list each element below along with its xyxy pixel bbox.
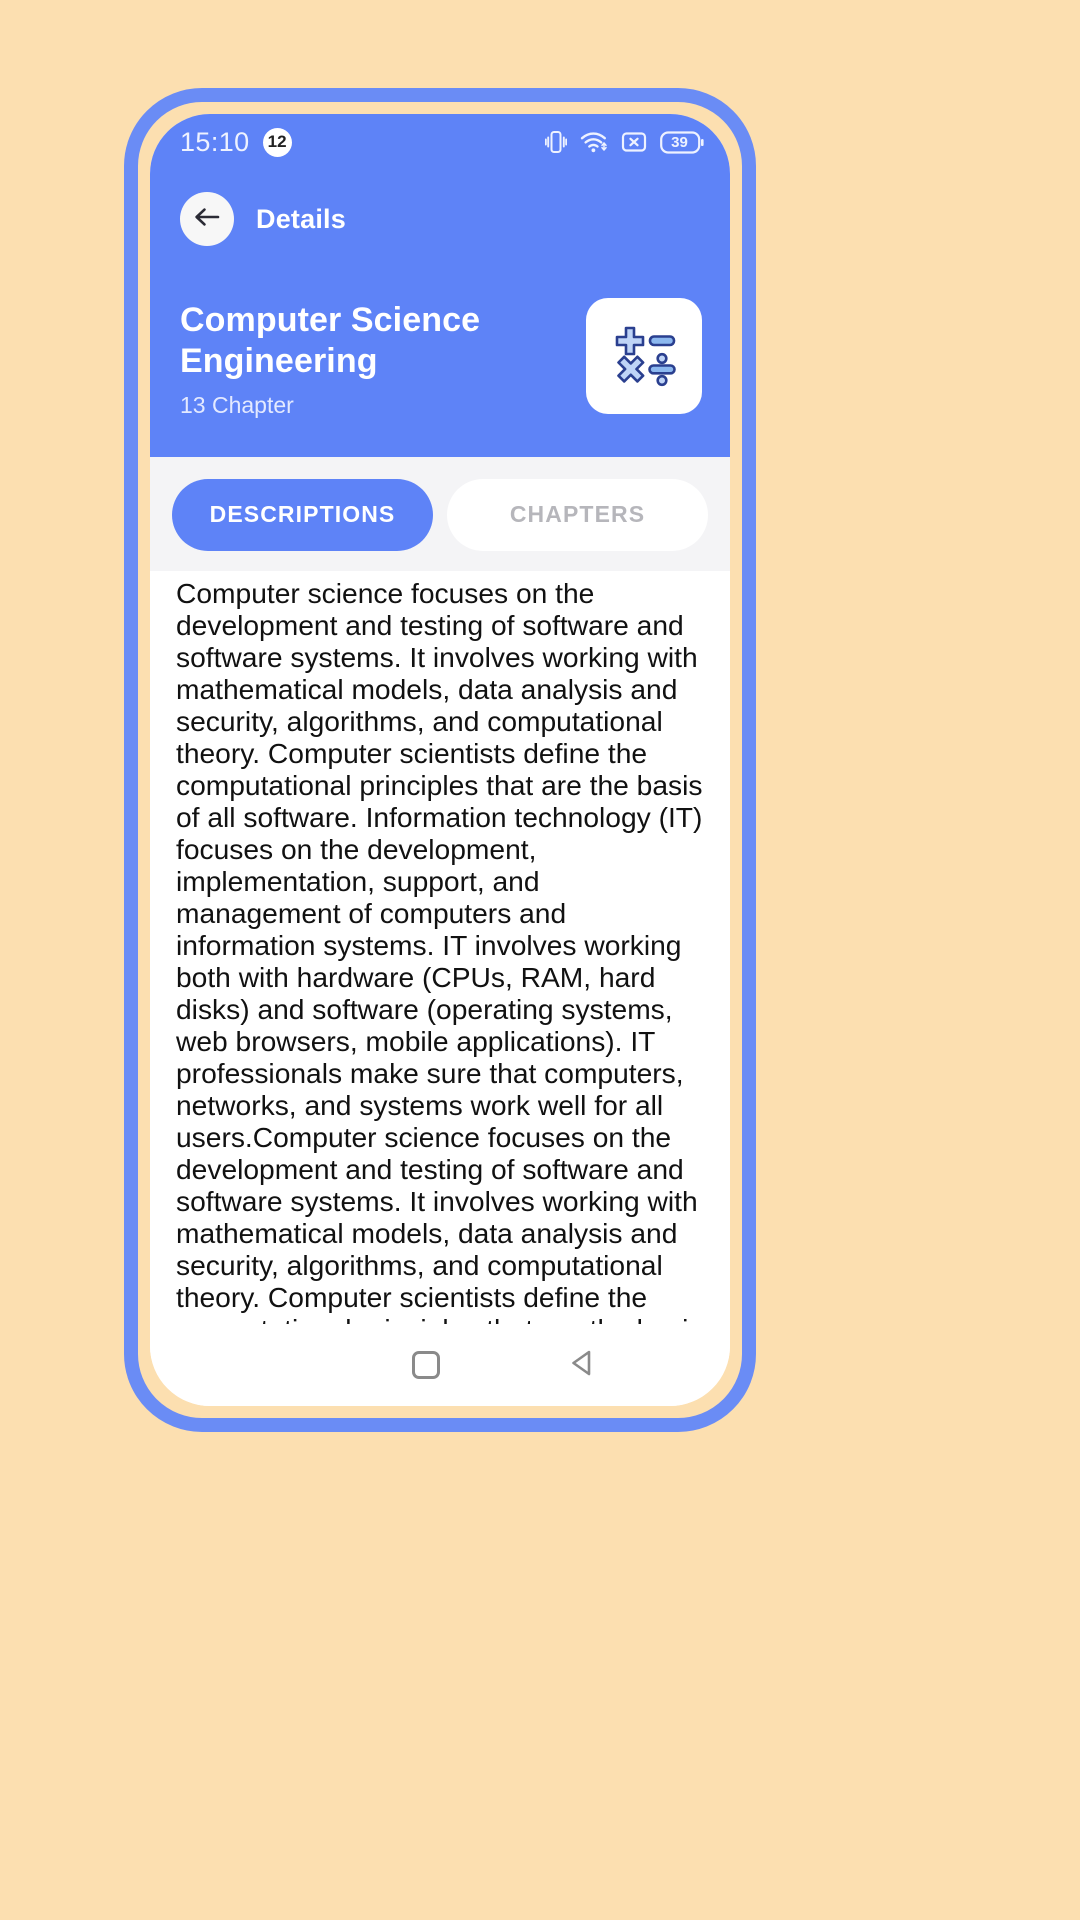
back-icon xyxy=(568,1348,596,1383)
tab-chapters[interactable]: CHAPTERS xyxy=(447,478,708,551)
status-bar: 15:10 12 39 xyxy=(150,114,730,170)
back-nav-button[interactable] xyxy=(568,1348,596,1383)
chapter-count-label: 13 Chapter xyxy=(180,391,294,418)
wifi-icon xyxy=(580,130,608,154)
battery-icon: 39 xyxy=(660,130,704,154)
home-icon xyxy=(412,1351,440,1379)
vibrate-icon xyxy=(545,129,567,155)
page-title: Details xyxy=(256,203,346,234)
math-operations-icon xyxy=(605,315,683,398)
course-hero: Computer Science Engineering 13 Chapter xyxy=(150,252,730,453)
phone-frame: 15:10 12 39 Details Computer Science Eng… xyxy=(124,88,756,1432)
arrow-left-icon xyxy=(194,207,220,232)
home-button[interactable] xyxy=(412,1351,440,1379)
back-button[interactable] xyxy=(180,192,234,246)
header-section: 15:10 12 39 Details Computer Science Eng… xyxy=(150,114,730,457)
status-bar-right: 39 xyxy=(545,129,704,155)
status-clock: 15:10 xyxy=(180,126,250,157)
tab-descriptions[interactable]: DESCRIPTIONS xyxy=(172,478,433,551)
status-bar-left: 15:10 12 xyxy=(180,127,292,158)
notification-count-badge: 12 xyxy=(262,127,292,157)
tab-strip: DESCRIPTIONS CHAPTERS xyxy=(150,456,730,571)
battery-level-text: 39 xyxy=(671,133,688,151)
description-body-text: Computer science focuses on the developm… xyxy=(176,576,703,1324)
android-navigation-bar xyxy=(150,1324,730,1406)
app-bar: Details xyxy=(150,170,730,252)
no-sim-icon xyxy=(621,131,647,153)
description-panel[interactable]: Computer science focuses on the developm… xyxy=(150,570,730,1324)
course-hero-text: Computer Science Engineering 13 Chapter xyxy=(180,298,520,419)
course-title: Computer Science Engineering xyxy=(180,301,481,380)
phone-screen: 15:10 12 39 Details Computer Science Eng… xyxy=(150,114,730,1406)
course-icon-card xyxy=(586,298,702,414)
